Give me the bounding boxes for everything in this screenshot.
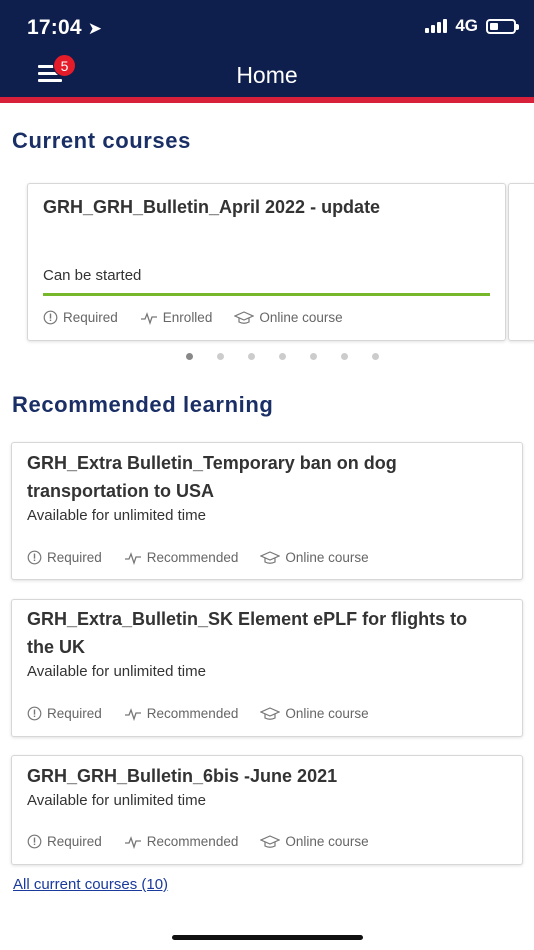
page-title: Home (236, 62, 298, 88)
activity-pulse-icon (124, 551, 141, 565)
course-availability: Available for unlimited time (27, 507, 206, 524)
pager-dot[interactable] (310, 353, 317, 360)
recommended-course-card[interactable]: GRH_Extra_Bulletin_SK Element ePLF for f… (11, 599, 523, 737)
all-current-courses-link[interactable]: All current courses (10) (13, 876, 168, 893)
recommended-course-card[interactable]: GRH_Extra Bulletin_Temporary ban on dog … (11, 442, 523, 580)
header-accent-line (0, 97, 534, 103)
pager-dot[interactable] (248, 353, 255, 360)
info-circle-icon (43, 310, 58, 325)
meta-required: Required (27, 834, 102, 849)
info-circle-icon (27, 834, 42, 849)
course-meta: Required Enrolled Online course (43, 310, 365, 325)
current-course-card[interactable]: GRH_GRH_Bulletin_April 2022 - update Can… (27, 183, 506, 341)
course-meta: Required Recommended Online course (27, 550, 391, 565)
activity-pulse-icon (124, 707, 141, 721)
course-meta: Required Recommended Online course (27, 706, 391, 721)
carousel-pager[interactable] (186, 353, 379, 360)
recommended-course-card[interactable]: GRH_GRH_Bulletin_6bis -June 2021 Availab… (11, 755, 523, 865)
app-header: 17:04 ➤ 4G 5 Home (0, 0, 534, 97)
graduation-cap-icon (234, 311, 255, 324)
pager-dot[interactable] (217, 353, 224, 360)
course-title: GRH_GRH_Bulletin_April 2022 - update (43, 197, 381, 217)
info-circle-icon (27, 706, 42, 721)
status-time-text: 17:04 (27, 16, 82, 39)
meta-required: Required (43, 310, 118, 325)
battery-icon (486, 18, 519, 34)
network-type: 4G (455, 16, 478, 35)
course-title-line1: GRH_Extra Bulletin_Temporary ban on dog (27, 453, 397, 473)
course-meta: Required Recommended Online course (27, 834, 391, 849)
pager-dot[interactable] (341, 353, 348, 360)
next-course-card-peek[interactable] (508, 183, 534, 341)
pager-dot[interactable] (186, 353, 193, 360)
meta-online-course: Online course (260, 834, 369, 849)
activity-pulse-icon (124, 835, 141, 849)
course-status: Can be started (43, 267, 142, 284)
course-title: GRH_GRH_Bulletin_6bis -June 2021 (27, 766, 338, 786)
meta-enrolled: Enrolled (140, 310, 212, 325)
course-availability: Available for unlimited time (27, 663, 206, 680)
cellular-signal-icon (425, 19, 448, 33)
recommended-learning-heading: Recommended learning (12, 392, 274, 417)
course-title-line1: GRH_Extra_Bulletin_SK Element ePLF for f… (27, 609, 468, 629)
meta-recommended: Recommended (124, 550, 238, 565)
meta-online-course: Online course (234, 310, 343, 325)
graduation-cap-icon (260, 707, 281, 720)
pager-dot[interactable] (372, 353, 379, 360)
meta-online-course: Online course (260, 706, 369, 721)
course-availability: Available for unlimited time (27, 792, 206, 809)
activity-pulse-icon (140, 311, 157, 325)
meta-required: Required (27, 550, 102, 565)
status-time: 17:04 ➤ (27, 16, 102, 40)
graduation-cap-icon (260, 835, 281, 848)
meta-recommended: Recommended (124, 706, 238, 721)
meta-required: Required (27, 706, 102, 721)
course-progress-bar (43, 293, 490, 296)
info-circle-icon (27, 550, 42, 565)
status-indicators: 4G (425, 16, 519, 36)
home-indicator[interactable] (172, 935, 363, 940)
graduation-cap-icon (260, 551, 281, 564)
meta-online-course: Online course (260, 550, 369, 565)
course-title-line2: transportation to USA (27, 481, 214, 501)
meta-recommended: Recommended (124, 834, 238, 849)
current-courses-heading: Current courses (12, 128, 191, 153)
pager-dot[interactable] (279, 353, 286, 360)
course-title-line2: the UK (27, 637, 85, 657)
location-arrow-icon: ➤ (87, 19, 103, 38)
